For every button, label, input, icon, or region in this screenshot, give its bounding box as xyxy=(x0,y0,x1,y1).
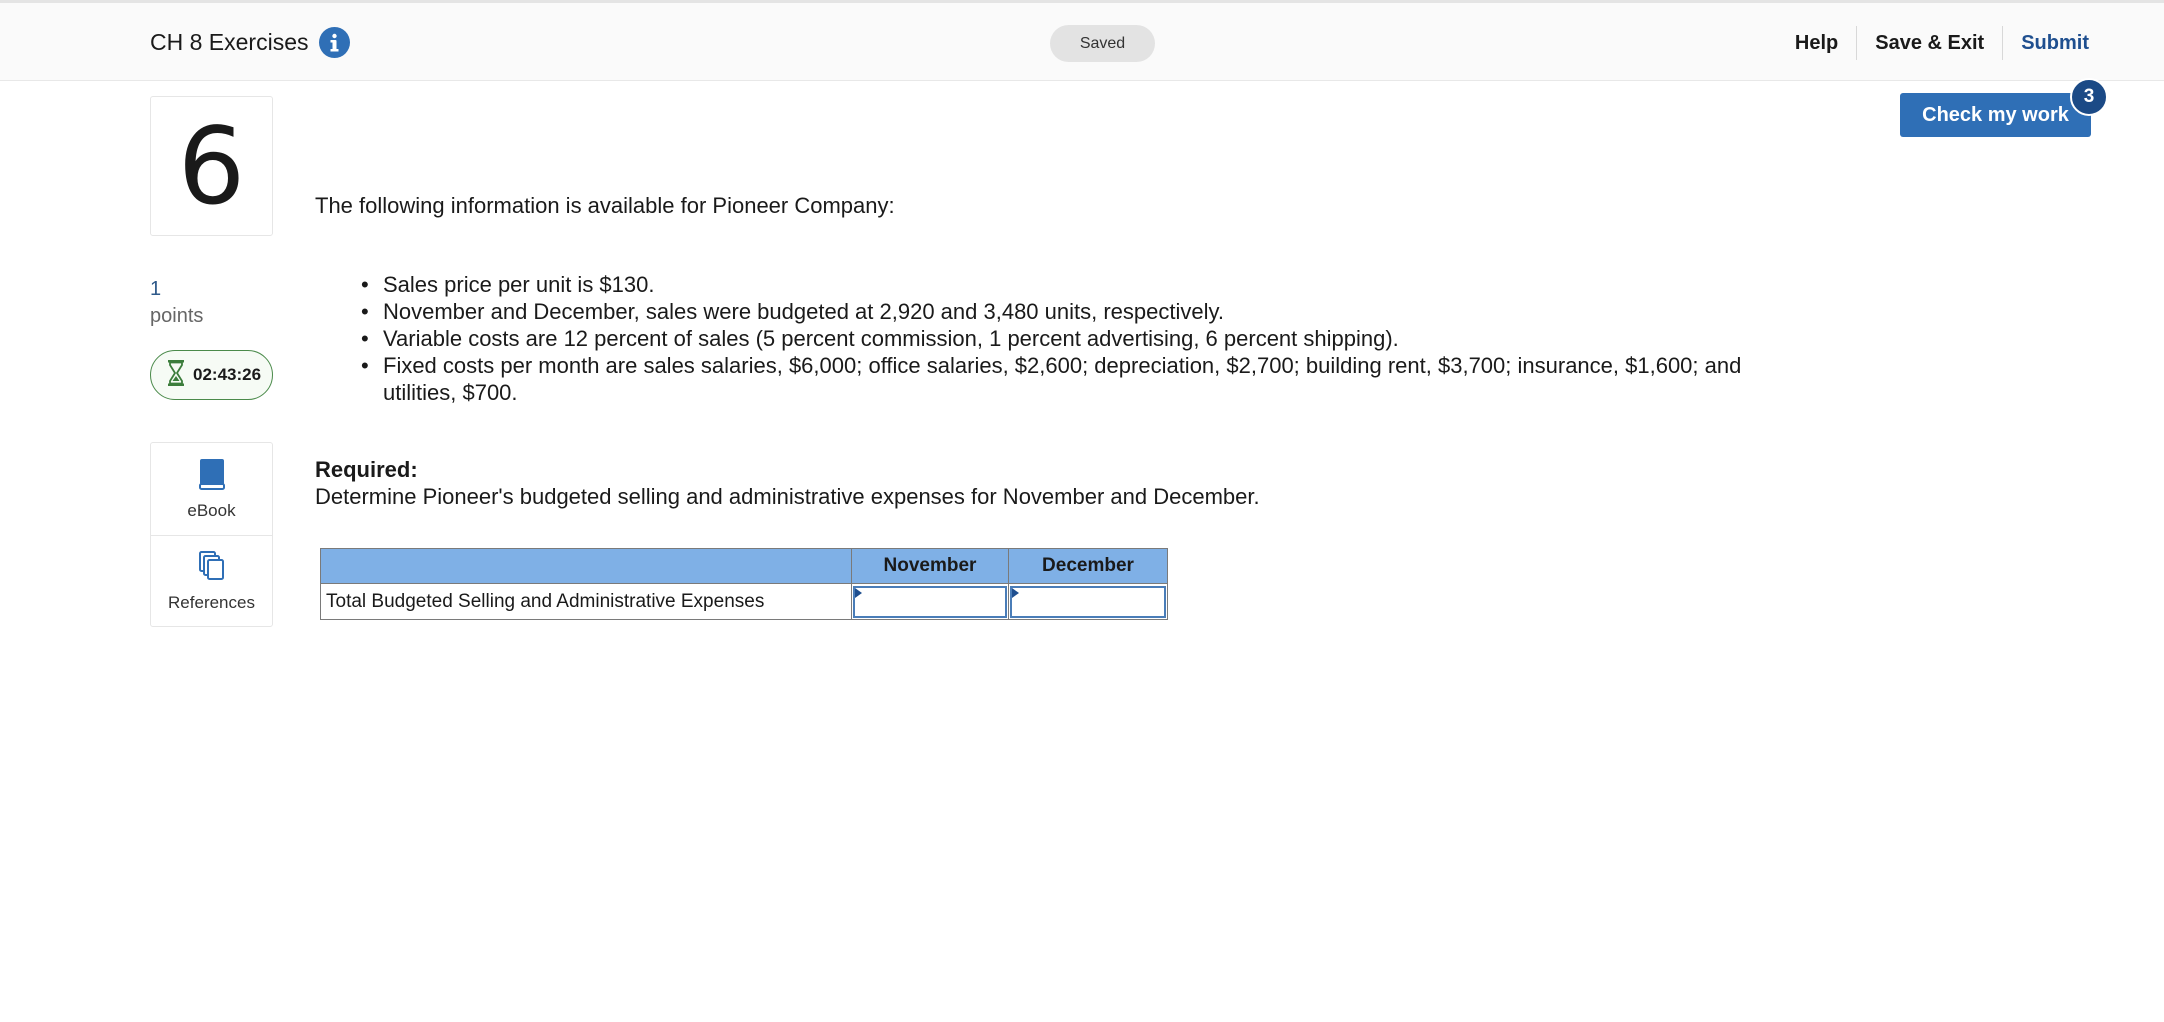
required-text: Determine Pioneer's budgeted selling and… xyxy=(315,484,1260,509)
timer[interactable]: 02:43:26 xyxy=(150,350,273,400)
question-bullets: Sales price per unit is $130. November a… xyxy=(361,271,1743,406)
bullet-item: Variable costs are 12 percent of sales (… xyxy=(361,325,1743,352)
check-my-work-button[interactable]: Check my work xyxy=(1900,93,2091,137)
hourglass-icon xyxy=(167,359,185,392)
book-icon xyxy=(198,458,226,495)
december-input[interactable] xyxy=(1012,587,1164,616)
question-intro: The following information is available f… xyxy=(315,193,895,218)
bullet-item: Sales price per unit is $130. xyxy=(361,271,1743,298)
required-heading: Required: xyxy=(315,457,418,482)
december-cell xyxy=(1008,583,1168,620)
bullet-item: November and December, sales were budget… xyxy=(361,298,1743,325)
november-cell xyxy=(851,583,1009,620)
submit-link[interactable]: Submit xyxy=(2003,32,2089,55)
december-input-box xyxy=(1010,585,1166,618)
table-header-november: November xyxy=(851,548,1009,584)
saved-status-pill: Saved xyxy=(1050,25,1155,62)
answer-table: November December Total Budgeted Selling… xyxy=(320,548,1168,620)
top-nav: Help Save & Exit Submit xyxy=(1777,25,2089,61)
info-icon[interactable] xyxy=(319,27,351,58)
top-bar: CH 8 Exercises Saved Help Save & Exit Su… xyxy=(0,0,2164,81)
bullet-item: Fixed costs per month are sales salaries… xyxy=(361,352,1743,406)
resources-panel: eBook References xyxy=(150,442,273,627)
info-glyph xyxy=(330,33,339,52)
save-exit-link[interactable]: Save & Exit xyxy=(1857,32,2002,55)
assignment-title-wrap: CH 8 Exercises xyxy=(150,27,351,58)
references-label: References xyxy=(168,593,255,612)
points-label: points xyxy=(150,305,204,327)
row-label: Total Budgeted Selling and Administrativ… xyxy=(320,583,852,620)
timer-value: 02:43:26 xyxy=(193,365,262,384)
table-row: Total Budgeted Selling and Administrativ… xyxy=(320,583,1168,620)
november-input-box xyxy=(853,585,1007,618)
table-header-blank xyxy=(320,548,852,584)
assignment-title: CH 8 Exercises xyxy=(150,29,309,55)
table-header-row: November December xyxy=(320,548,1168,584)
copy-pages-icon xyxy=(198,550,226,587)
points-value: 1 xyxy=(150,278,162,300)
references-button[interactable]: References xyxy=(151,535,272,627)
help-link[interactable]: Help xyxy=(1777,32,1856,55)
table-header-december: December xyxy=(1008,548,1168,584)
november-input[interactable] xyxy=(855,587,1005,616)
ebook-label: eBook xyxy=(187,500,236,520)
check-attempts-badge: 3 xyxy=(2070,78,2108,116)
ebook-button[interactable]: eBook xyxy=(151,443,272,535)
question-number: 6 xyxy=(150,96,273,236)
